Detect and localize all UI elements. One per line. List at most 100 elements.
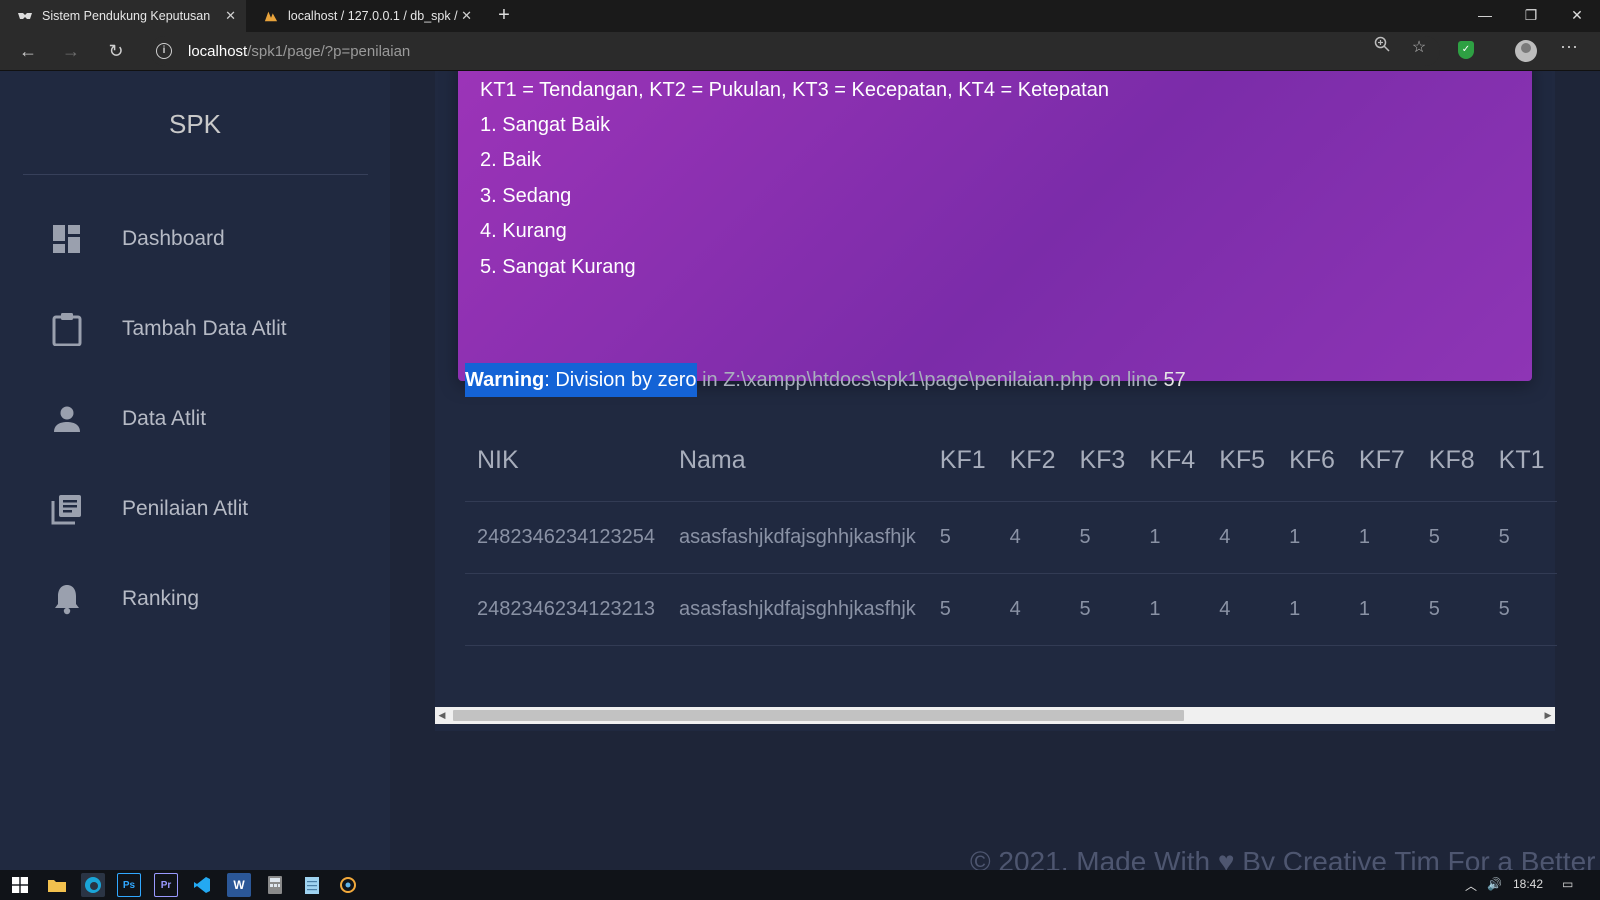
table-cell: 1 xyxy=(1277,501,1347,574)
column-header: KF2 xyxy=(997,421,1068,502)
table-cell: 5 xyxy=(1416,573,1487,646)
horizontal-scrollbar[interactable]: ◀ ▶ xyxy=(435,707,1555,724)
table-cell: 4 xyxy=(997,573,1068,646)
sidebar-item-label: Penilaian Atlit xyxy=(122,497,249,520)
table-header-row: NIK Nama KF1 KF2 KF3 KF4 KF5 KF6 KF7 KF8… xyxy=(465,421,1557,502)
address-bar[interactable]: i localhost/spk1/page/?p=penilaian xyxy=(150,36,1440,66)
library-books-icon xyxy=(50,492,84,526)
person-icon xyxy=(50,402,84,436)
shield-extension-icon[interactable]: ✓ xyxy=(1458,41,1474,59)
brand-logo[interactable]: SPK xyxy=(0,109,390,140)
scroll-right-icon[interactable]: ▶ xyxy=(1541,707,1555,724)
column-header: KF6 xyxy=(1277,421,1347,502)
scale-item: 3. Sedang xyxy=(480,185,572,207)
table-cell: 1 xyxy=(1346,573,1417,646)
vscode-icon[interactable] xyxy=(190,873,214,897)
scale-item: 4. Kurang xyxy=(480,220,567,242)
tray-chevron-icon[interactable]: ︿ xyxy=(1465,877,1477,894)
php-warning: Warning: Division by zero in Z:\xampp\ht… xyxy=(465,363,1186,397)
browser-tab-bar: Sistem Pendukung Keputusan ✕ localhost /… xyxy=(0,0,1600,32)
photoshop-icon[interactable]: Ps xyxy=(117,873,141,897)
clipboard-icon xyxy=(50,312,84,346)
sidebar-item-ranking[interactable]: Ranking xyxy=(50,577,370,621)
windows-start-icon[interactable] xyxy=(8,873,32,897)
main-content: KT1 = Tendangan, KT2 = Pukulan, KT3 = Ke… xyxy=(390,71,1600,870)
site-info-icon[interactable]: i xyxy=(156,43,172,59)
scale-item: 1. Sangat Baik xyxy=(480,114,611,136)
volume-icon[interactable]: 🔊 xyxy=(1487,877,1502,891)
file-explorer-icon[interactable] xyxy=(45,873,69,897)
footer-text: © 2021, Made With ♥ By Creative Tim For … xyxy=(970,846,1600,870)
restore-icon[interactable]: ❐ xyxy=(1508,0,1554,32)
browser-tab-active[interactable]: Sistem Pendukung Keputusan ✕ xyxy=(0,0,246,32)
browser-nav-bar: ← → ↻ i localhost/spk1/page/?p=penilaian xyxy=(0,32,1600,71)
network-app-icon[interactable] xyxy=(336,873,360,897)
dashboard-icon xyxy=(50,222,84,256)
scrollbar-thumb[interactable] xyxy=(453,710,1184,721)
sidebar-item-label: Dashboard xyxy=(122,227,225,250)
column-header: KF5 xyxy=(1207,421,1278,502)
scroll-left-icon[interactable]: ◀ xyxy=(435,707,449,724)
scale-item: 2. Baik xyxy=(480,149,542,171)
back-icon[interactable]: ← xyxy=(14,38,42,66)
warning-in: in xyxy=(696,369,724,391)
new-tab-icon[interactable]: + xyxy=(492,4,516,28)
table-cell: 1 xyxy=(1346,501,1417,574)
url-host: localhost xyxy=(188,43,248,60)
address-url[interactable]: localhost/spk1/page/?p=penilaian xyxy=(188,43,410,60)
more-menu-icon[interactable]: ··· xyxy=(1560,36,1578,57)
criteria-legend: KT1 = Tendangan, KT2 = Pukulan, KT3 = Ke… xyxy=(480,79,1109,101)
column-header: KF3 xyxy=(1067,421,1138,502)
table-cell: 5 xyxy=(927,573,998,646)
site-favicon-icon xyxy=(18,9,32,23)
sidebar-item-label: Ranking xyxy=(122,587,200,610)
table-cell: asasfashjkdfajsghhjkasfhjk xyxy=(666,501,928,574)
profile-avatar-icon[interactable] xyxy=(1515,40,1537,62)
warning-message: : Division by zero xyxy=(544,369,697,391)
table-cell: 5 xyxy=(927,501,998,574)
table-cell: 5 xyxy=(1486,573,1557,646)
sidebar-item-dashboard[interactable]: Dashboard xyxy=(50,217,370,261)
tab-close-icon[interactable]: ✕ xyxy=(461,8,472,24)
warning-path: Z:\xampp\htdocs\spk1\page\penilaian.php xyxy=(723,369,1094,391)
zoom-icon[interactable] xyxy=(1370,36,1394,60)
table-cell: 5 xyxy=(1067,573,1138,646)
sidebar-item-label: Data Atlit xyxy=(122,407,207,430)
premiere-icon[interactable]: Pr xyxy=(154,873,178,897)
column-header: KT1 xyxy=(1486,421,1557,502)
selected-text[interactable]: Warning: Division by zero xyxy=(465,363,697,397)
sidebar-item-data-atlit[interactable]: Data Atlit xyxy=(50,397,370,441)
minimize-icon[interactable]: — xyxy=(1462,0,1508,32)
column-header: NIK xyxy=(465,421,667,502)
phpmyadmin-favicon-icon xyxy=(264,9,278,23)
table-cell: 2482346234123213 xyxy=(465,573,667,646)
browser-tab-inactive[interactable]: localhost / 127.0.0.1 / db_spk / p ✕ xyxy=(246,0,482,32)
scale-item: 5. Sangat Kurang xyxy=(480,256,636,278)
table-cell: 4 xyxy=(1207,573,1278,646)
sidebar-item-tambah-data-atlit[interactable]: Tambah Data Atlit xyxy=(50,307,370,351)
sidebar-item-penilaian-atlit[interactable]: Penilaian Atlit xyxy=(50,487,370,531)
tab-title: Sistem Pendukung Keputusan xyxy=(42,9,211,23)
close-window-icon[interactable]: ✕ xyxy=(1554,0,1600,32)
edge-browser-icon[interactable] xyxy=(81,873,105,897)
favorite-star-icon[interactable]: ☆ xyxy=(1407,36,1431,60)
tab-close-icon[interactable]: ✕ xyxy=(225,8,236,24)
calculator-icon[interactable] xyxy=(263,873,287,897)
column-header: KF7 xyxy=(1346,421,1417,502)
penilaian-table: NIK Nama KF1 KF2 KF3 KF4 KF5 KF6 KF7 KF8… xyxy=(465,421,1557,646)
notepad-icon[interactable] xyxy=(300,873,324,897)
reload-icon[interactable]: ↻ xyxy=(102,38,130,66)
notifications-icon[interactable]: ▭ xyxy=(1562,877,1573,891)
word-icon[interactable]: W xyxy=(227,873,251,897)
column-header: KF4 xyxy=(1137,421,1208,502)
table-cell: 1 xyxy=(1137,573,1208,646)
warning-label: Warning xyxy=(465,369,545,391)
warning-line-number: 57 xyxy=(1163,369,1186,391)
warning-on-line: on line xyxy=(1093,369,1164,391)
table-row: 2482346234123254 asasfashjkdfajsghhjkasf… xyxy=(465,501,1557,574)
table-row: 2482346234123213 asasfashjkdfajsghhjkasf… xyxy=(465,573,1557,646)
forward-icon[interactable]: → xyxy=(57,38,85,66)
clock-time[interactable]: 18:42 xyxy=(1513,877,1543,891)
url-path: /spk1/page/?p=penilaian xyxy=(247,43,411,60)
table-cell: 1 xyxy=(1137,501,1208,574)
